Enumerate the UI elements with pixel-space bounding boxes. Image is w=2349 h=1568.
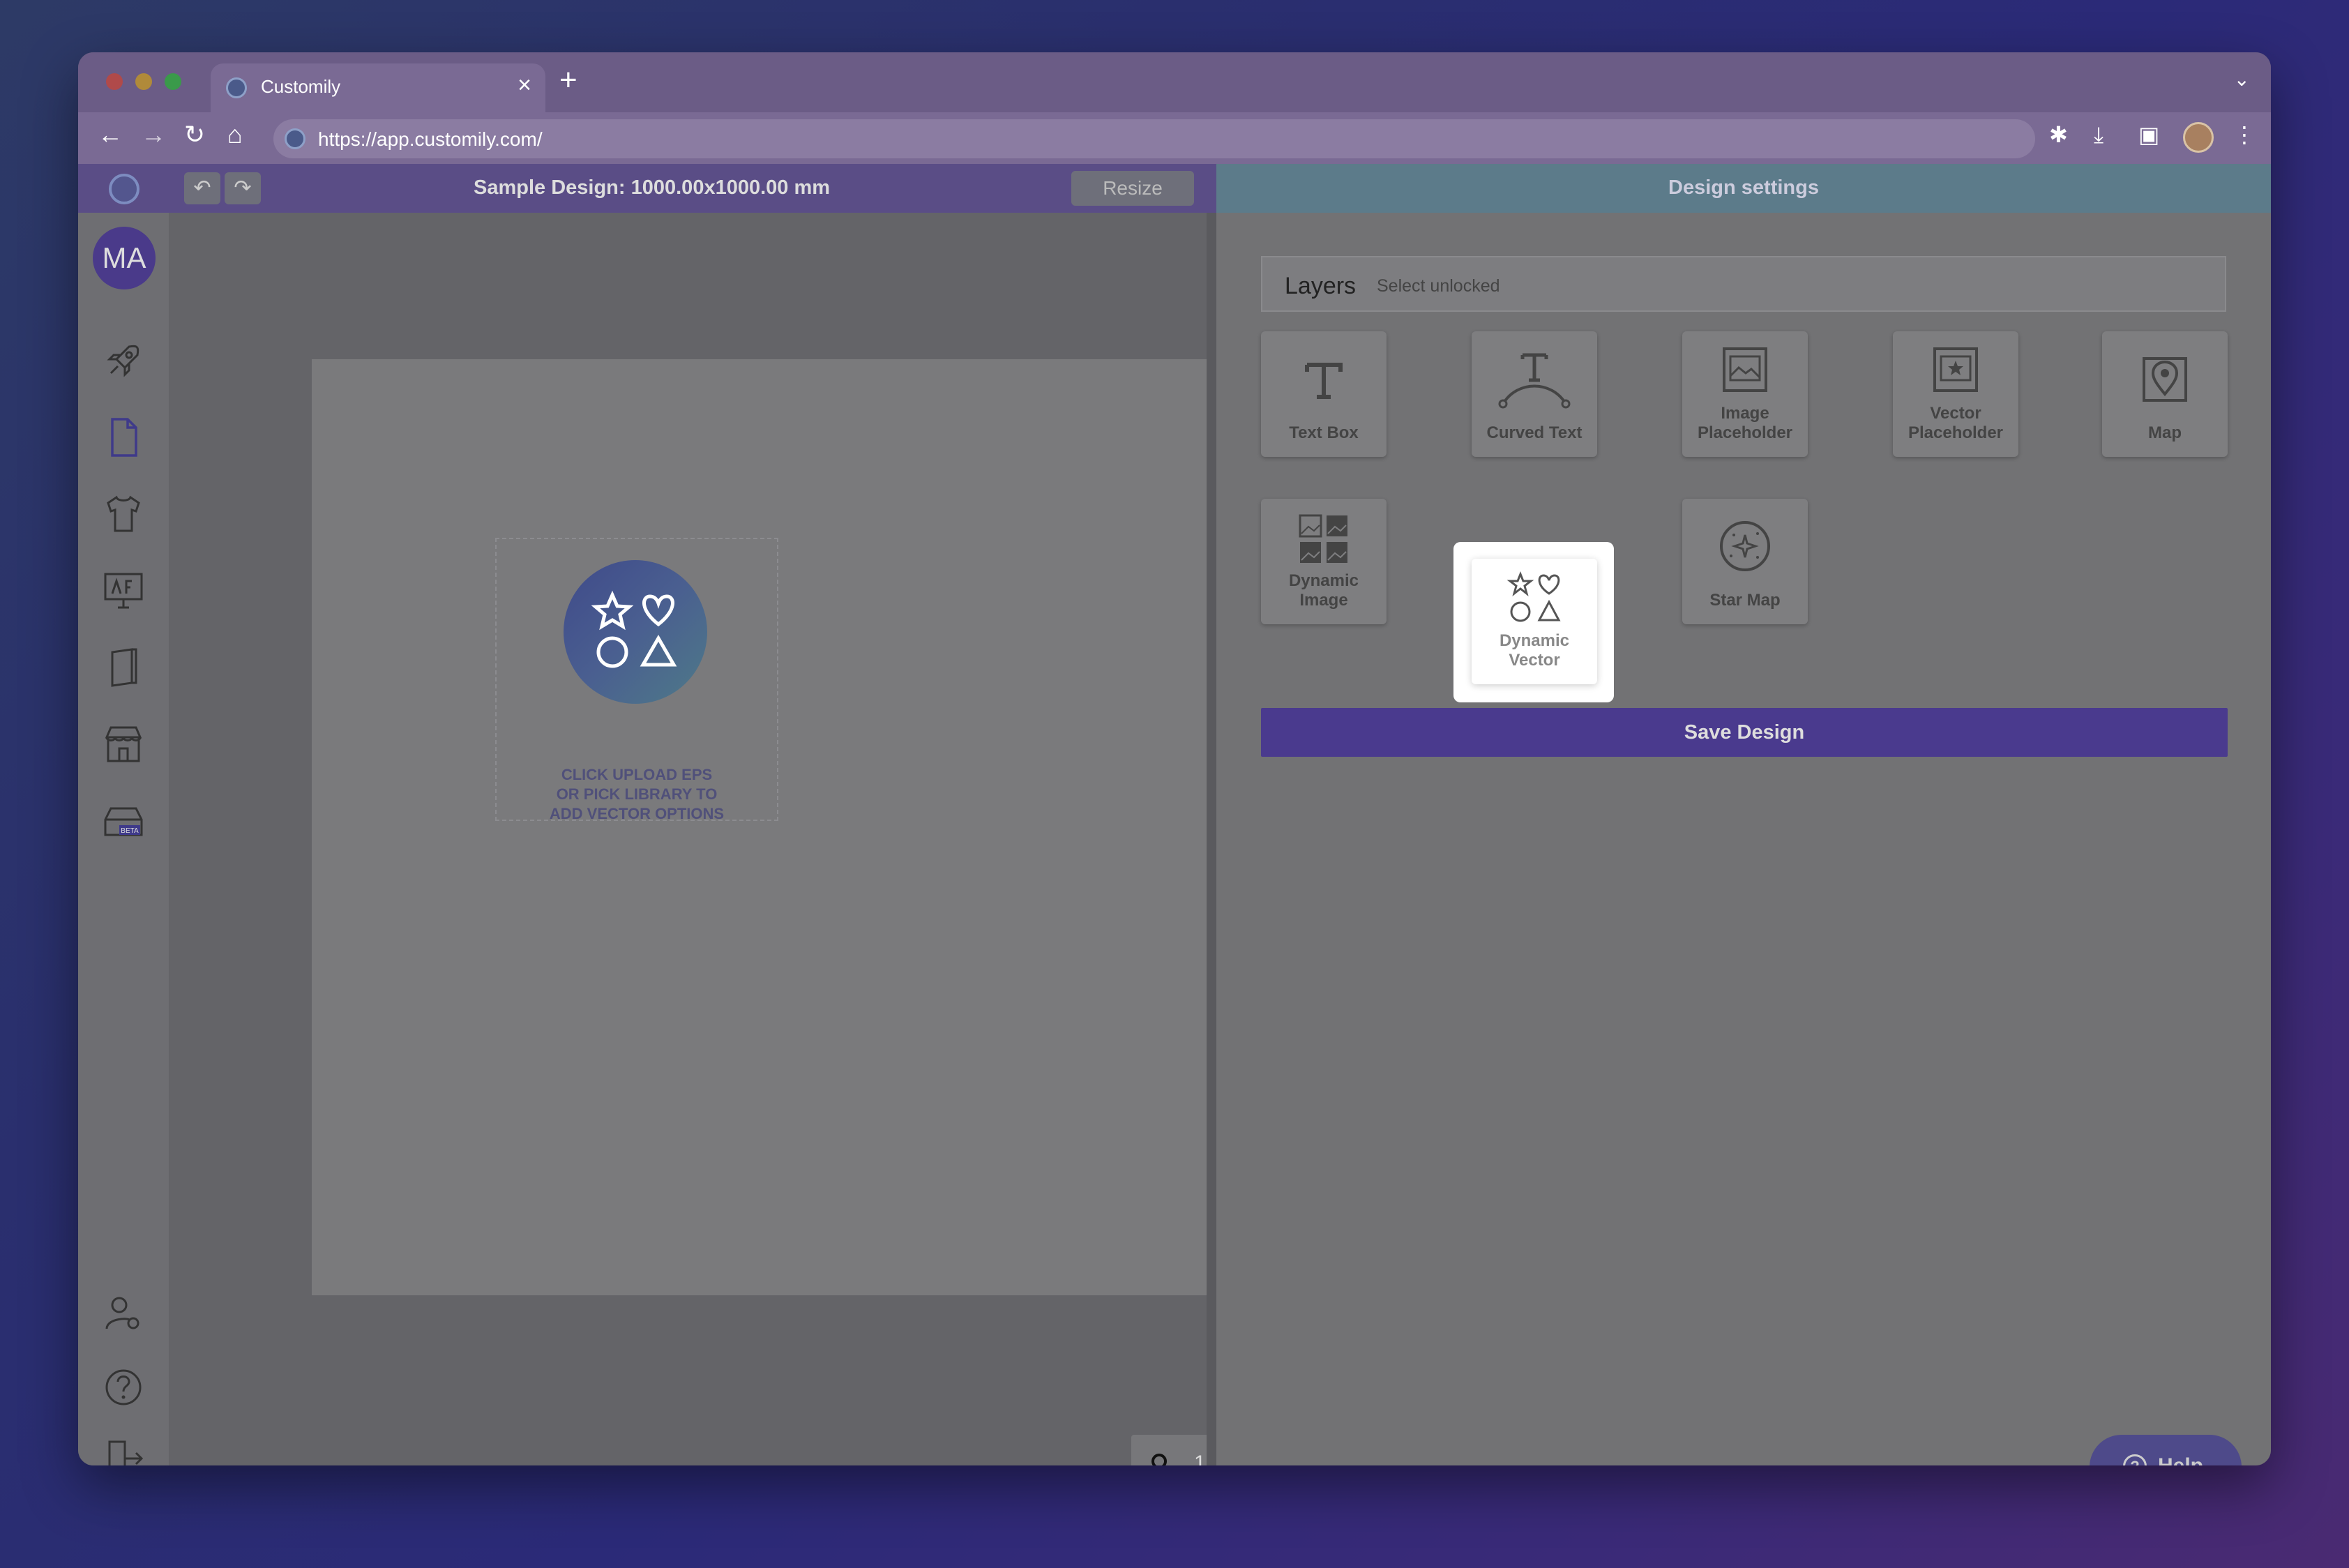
tab-strip: Customily × + ⌄	[78, 52, 2271, 112]
help-question-icon: ?	[2123, 1454, 2147, 1465]
dynamic-image-tile[interactable]: Dynamic Image	[1261, 499, 1387, 624]
map-pin-icon	[2143, 357, 2187, 402]
minimize-window-button[interactable]	[135, 73, 152, 90]
user-settings-icon[interactable]	[101, 1291, 146, 1336]
dynamic-vector-shapes-icon	[1506, 571, 1561, 622]
help-label: Help	[2158, 1454, 2203, 1465]
canvas-area: CLICK UPLOAD EPS OR PICK LIBRARY TO ADD …	[169, 213, 1271, 1465]
help-button[interactable]: ? Help	[2090, 1435, 2242, 1465]
back-arrow-icon[interactable]: ←	[98, 122, 123, 147]
vector-image-icon	[1933, 347, 1978, 392]
rocket-icon[interactable]	[101, 338, 146, 383]
tile-label: Star Map	[1709, 591, 1781, 610]
curved-text-tile[interactable]: Curved Text	[1472, 331, 1597, 457]
reload-icon[interactable]: ↻	[184, 122, 205, 147]
svg-text:BETA: BETA	[121, 827, 139, 835]
vector-hint-line-2: OR PICK LIBRARY TO	[556, 785, 718, 803]
save-design-button[interactable]: Save Design	[1261, 708, 2228, 757]
text-box-tile[interactable]: Text Box	[1261, 331, 1387, 457]
vector-placeholder-tile[interactable]: Vector Placeholder	[1893, 331, 2018, 457]
vector-hint-line-3: ADD VECTOR OPTIONS	[549, 805, 725, 822]
home-icon[interactable]: ⌂	[227, 122, 243, 147]
shapes-icon	[591, 590, 677, 668]
dynamic-image-icon	[1299, 514, 1347, 563]
tile-label: Dynamic Image	[1288, 571, 1359, 610]
tile-label: Image Placeholder	[1697, 404, 1793, 442]
canvas-scrollbar[interactable]	[1207, 213, 1216, 1465]
layers-bar: Layers Select unlocked	[1261, 256, 2226, 312]
tile-label: Vector Placeholder	[1908, 404, 2004, 442]
customily-favicon-icon	[226, 77, 247, 98]
tile-label: Dynamic Vector	[1499, 631, 1570, 670]
tshirt-icon[interactable]	[101, 492, 146, 536]
tab-close-icon[interactable]: ×	[518, 72, 531, 99]
layers-title: Layers	[1285, 273, 1357, 299]
browser-toolbar: ← → ↻ ⌂ https://app.customily.com/ ✱ ⤓ ▣…	[78, 112, 2271, 164]
vector-hint-text: CLICK UPLOAD EPS OR PICK LIBRARY TO ADD …	[495, 765, 778, 824]
star-map-icon	[1720, 521, 1770, 571]
tile-label: Map	[2148, 423, 2182, 442]
resize-button[interactable]: Resize	[1071, 171, 1194, 206]
url-text: https://app.customily.com/	[318, 128, 543, 150]
browser-window: Customily × + ⌄ ← → ↻ ⌂ https://app.cust…	[78, 52, 2271, 1465]
design-title: Sample Design: 1000.00x1000.00 mm	[474, 176, 831, 199]
customily-logo-icon	[109, 174, 139, 204]
design-settings-panel: Layers Select unlocked Text Box Curved T…	[1216, 213, 2271, 1465]
magnifier-icon[interactable]	[1149, 1452, 1173, 1465]
left-sidebar: MA BETA	[78, 213, 169, 1465]
store-icon[interactable]	[101, 722, 146, 767]
curved-text-icon	[1498, 353, 1571, 409]
star-map-tile[interactable]: Star Map	[1682, 499, 1808, 624]
tab-search-chevron-icon[interactable]: ⌄	[2234, 68, 2250, 91]
site-info-icon[interactable]	[285, 128, 305, 149]
text-t-icon	[1305, 363, 1343, 399]
app-header: ↶ ↷ Sample Design: 1000.00x1000.00 mm Re…	[78, 164, 2271, 213]
user-avatar[interactable]: MA	[93, 227, 156, 289]
design-artboard[interactable]	[312, 359, 1245, 1295]
vector-hint-line-1: CLICK UPLOAD EPS	[561, 766, 713, 783]
logout-icon[interactable]	[101, 1436, 146, 1465]
tile-label: Curved Text	[1486, 423, 1583, 442]
browser-tab[interactable]: Customily ×	[211, 63, 545, 112]
book-icon[interactable]	[101, 645, 146, 690]
browser-menu-icon[interactable]: ⋮	[2233, 123, 2256, 146]
zoom-window-button[interactable]	[165, 73, 181, 90]
window-controls	[106, 73, 181, 90]
select-unlocked-link[interactable]: Select unlocked	[1377, 276, 1500, 296]
map-tile[interactable]: Map	[2102, 331, 2228, 457]
close-window-button[interactable]	[106, 73, 123, 90]
image-placeholder-tile[interactable]: Image Placeholder	[1682, 331, 1808, 457]
side-panel-icon[interactable]: ▣	[2138, 123, 2159, 146]
design-settings-header: Design settings	[1216, 164, 2271, 213]
download-icon[interactable]: ⤓	[2094, 123, 2103, 146]
tab-title: Customily	[261, 76, 341, 97]
tile-label: Text Box	[1289, 423, 1359, 442]
dynamic-vector-tile[interactable]: Dynamic Vector	[1472, 559, 1597, 684]
undo-button[interactable]: ↶	[184, 172, 220, 204]
profile-avatar[interactable]	[2183, 122, 2214, 153]
extensions-puzzle-icon[interactable]: ✱	[2049, 123, 2068, 146]
forward-arrow-icon[interactable]: →	[141, 122, 166, 147]
new-tab-button[interactable]: +	[559, 65, 577, 96]
beta-store-icon[interactable]: BETA	[101, 799, 146, 843]
design-settings-title: Design settings	[1668, 176, 1819, 199]
help-circle-icon[interactable]	[101, 1365, 146, 1410]
monitor-design-icon[interactable]	[101, 568, 146, 613]
address-bar[interactable]: https://app.customily.com/	[273, 119, 2035, 158]
image-icon	[1723, 347, 1767, 392]
document-icon[interactable]	[101, 415, 146, 460]
redo-button[interactable]: ↷	[225, 172, 261, 204]
vector-placeholder-badge	[564, 560, 707, 704]
